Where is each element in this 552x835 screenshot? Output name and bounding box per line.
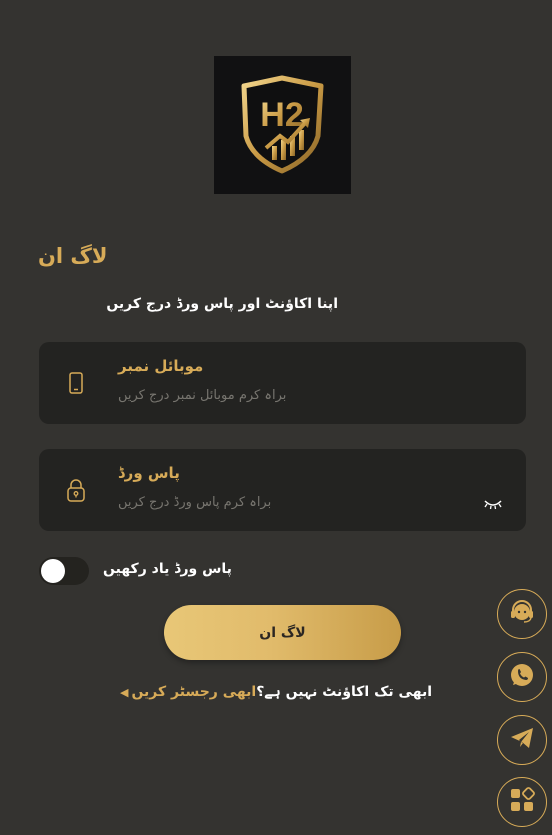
mobile-number-input[interactable]: براہ کرم موبائل نمبر درج کریں (118, 388, 286, 403)
password-field[interactable]: پاس ورڈ براہ کرم پاس ورڈ درج کریں (39, 449, 526, 531)
phone-icon (65, 370, 87, 396)
h2-shield-logo: H2 (241, 75, 324, 174)
whatsapp-button[interactable] (497, 652, 547, 702)
register-link[interactable]: ابھی رجسٹر کریں (131, 684, 256, 700)
apps-button[interactable] (497, 777, 547, 827)
password-input[interactable]: براہ کرم پاس ورڈ درج کریں (118, 495, 271, 510)
login-title: لاگ ان (38, 244, 108, 268)
remember-password-label: پاس ورڈ یاد رکھیں (103, 561, 232, 577)
svg-text:H2: H2 (260, 96, 303, 134)
eye-closed-icon[interactable] (482, 497, 504, 511)
app-logo: H2 (214, 56, 351, 194)
login-button[interactable]: لاگ ان (164, 605, 401, 660)
play-arrow-icon: ◀ (119, 686, 129, 699)
login-subtitle: اپنا اکاؤنٹ اور پاس ورڈ درج کریں (106, 296, 338, 312)
apps-icon (508, 786, 536, 818)
remember-password-toggle[interactable] (39, 557, 89, 585)
telegram-button[interactable] (497, 715, 547, 765)
password-label: پاس ورڈ (118, 464, 180, 482)
customer-support-icon (508, 598, 536, 630)
mobile-number-field[interactable]: موبائل نمبر براہ کرم موبائل نمبر درج کری… (39, 342, 526, 424)
toggle-knob (41, 559, 65, 583)
telegram-icon (508, 724, 536, 756)
no-account-text: ابھی تک اکاؤنٹ نہیں ہے؟ (256, 684, 433, 700)
customer-support-button[interactable] (497, 589, 547, 639)
whatsapp-icon (508, 661, 536, 693)
lock-icon (65, 477, 87, 503)
mobile-number-label: موبائل نمبر (118, 357, 204, 375)
register-prompt: ابھی تک اکاؤنٹ نہیں ہے؟ابھی رجسٹر کریں◀ (0, 684, 552, 700)
